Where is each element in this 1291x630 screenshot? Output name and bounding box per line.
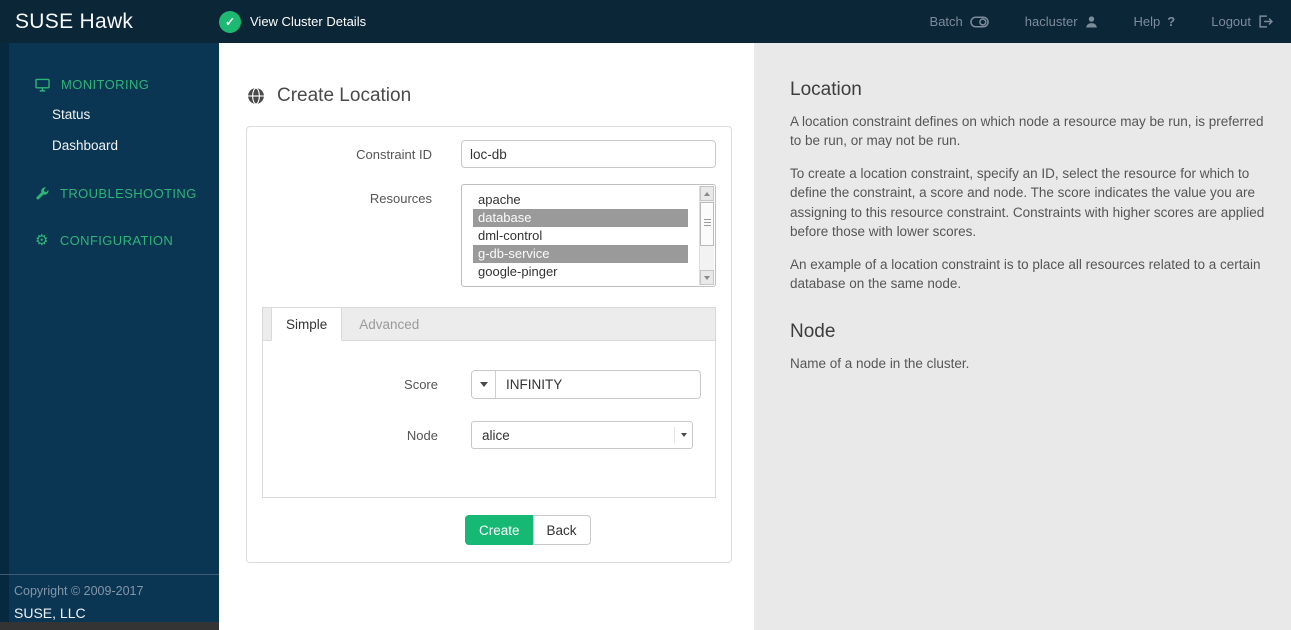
gear-icon: ⚙ — [35, 231, 49, 249]
sidebar-section-label: MONITORING — [61, 77, 150, 92]
chevron-down-icon — [674, 427, 692, 443]
scrollbar-thumb[interactable] — [700, 202, 714, 246]
sidebar-section-configuration[interactable]: ⚙ CONFIGURATION — [0, 226, 219, 255]
chevron-down-icon — [479, 382, 488, 387]
back-button[interactable]: Back — [532, 515, 591, 545]
batch-label: Batch — [929, 14, 963, 29]
listbox-scrollbar[interactable] — [699, 186, 714, 285]
resource-option[interactable]: dml-control — [473, 227, 688, 245]
cluster-ok-check-icon: ✓ — [219, 10, 241, 33]
help-heading: Node — [790, 321, 836, 343]
constraint-tabs: Simple Advanced Score Nod — [262, 307, 716, 498]
logout-button[interactable]: Logout — [1211, 14, 1273, 29]
sidebar-item-status[interactable]: Status — [0, 99, 219, 130]
globe-icon — [248, 87, 264, 105]
sidebar: MONITORING Status Dashboard TROUBLESHOOT… — [0, 43, 219, 630]
sidebar-section-monitoring[interactable]: MONITORING — [0, 70, 219, 99]
user-icon — [1085, 16, 1097, 28]
node-select[interactable]: alice — [471, 421, 693, 449]
view-cluster-details[interactable]: ✓ View Cluster Details — [219, 10, 367, 33]
resources-listbox[interactable]: apache database dml-control g-db-service… — [461, 184, 716, 287]
resource-option[interactable]: google-pinger — [473, 263, 688, 281]
tab-bar: Simple Advanced — [262, 307, 716, 341]
node-label: Node — [406, 427, 438, 443]
form-actions: Create Back — [465, 515, 716, 545]
view-cluster-details-label: View Cluster Details — [250, 14, 367, 29]
simple-tab-panel: Score Node alice — [262, 341, 716, 498]
score-input[interactable] — [496, 371, 700, 398]
constraint-id-input[interactable] — [461, 140, 716, 168]
score-input-group — [471, 370, 701, 399]
company-name: SUSE, LLC — [14, 605, 86, 621]
scroll-up-icon[interactable] — [700, 186, 714, 201]
tab-advanced[interactable]: Advanced — [342, 308, 436, 340]
tab-simple[interactable]: Simple — [271, 307, 343, 341]
question-mark-icon: ? — [1167, 14, 1176, 29]
main-content: Create Location Constraint ID Resources … — [219, 43, 754, 630]
wrench-icon — [36, 186, 49, 199]
sidebar-item-label: Dashboard — [52, 138, 119, 153]
score-label: Score — [404, 377, 438, 392]
app-brand[interactable]: SUSE Hawk — [0, 10, 219, 34]
resource-option[interactable]: g-db-service — [473, 245, 688, 263]
help-heading: Location — [790, 79, 862, 100]
help-label: Help — [1133, 14, 1161, 29]
topbar-menu: Batch hacluster Help ? Logout — [930, 14, 1291, 29]
create-location-form: Constraint ID Resources apache database … — [246, 126, 732, 563]
sidebar-section-label: TROUBLESHOOTING — [60, 186, 197, 201]
resource-option[interactable]: database — [473, 209, 688, 227]
help-section-location: Location A location constraint defines o… — [790, 79, 1265, 293]
help-paragraph: Name of a node in the cluster. — [790, 356, 970, 372]
copyright-text: Copyright © 2009-2017 — [14, 584, 144, 598]
help-paragraph: An example of a location constraint is t… — [790, 256, 1261, 292]
scroll-down-icon[interactable] — [700, 270, 714, 285]
score-row: Score — [263, 370, 715, 399]
username-label: hacluster — [1024, 14, 1078, 29]
node-row: Node alice — [263, 421, 715, 449]
page-title: Create Location — [277, 85, 412, 106]
create-button[interactable]: Create — [465, 515, 534, 545]
page-header: Create Location — [246, 85, 732, 107]
resources-label: Resources — [369, 191, 432, 206]
resources-row: Resources apache database dml-control g-… — [262, 184, 716, 287]
help-section-node: Node Name of a node in the cluster. — [790, 321, 1265, 373]
sign-out-icon — [1259, 15, 1273, 28]
constraint-id-row: Constraint ID — [262, 140, 716, 168]
help-paragraph: A location constraint defines on which n… — [790, 114, 1264, 149]
user-menu[interactable]: hacluster — [1025, 14, 1098, 29]
help-button[interactable]: Help ? — [1134, 14, 1176, 29]
batch-button[interactable]: Batch — [930, 14, 989, 29]
constraint-id-label: Constraint ID — [356, 146, 432, 162]
sidebar-section-troubleshooting[interactable]: TROUBLESHOOTING — [0, 179, 219, 208]
score-dropdown-button[interactable] — [472, 371, 496, 398]
bottom-strip — [0, 622, 219, 630]
sidebar-footer: Copyright © 2009-2017 SUSE, LLC — [0, 574, 219, 621]
help-panel: Location A location constraint defines o… — [754, 43, 1291, 630]
node-selected-value: alice — [482, 427, 510, 443]
help-paragraph: To create a location constraint, specify… — [790, 166, 1265, 239]
sidebar-item-label: Status — [52, 107, 91, 122]
resource-option[interactable]: apache — [473, 191, 688, 209]
monitor-icon — [35, 78, 50, 92]
logout-label: Logout — [1211, 14, 1251, 29]
top-bar: SUSE Hawk ✓ View Cluster Details Batch h… — [0, 0, 1291, 43]
sidebar-section-label: CONFIGURATION — [59, 233, 174, 248]
sidebar-item-dashboard[interactable]: Dashboard — [0, 130, 219, 161]
batch-toggle-icon — [969, 15, 989, 28]
